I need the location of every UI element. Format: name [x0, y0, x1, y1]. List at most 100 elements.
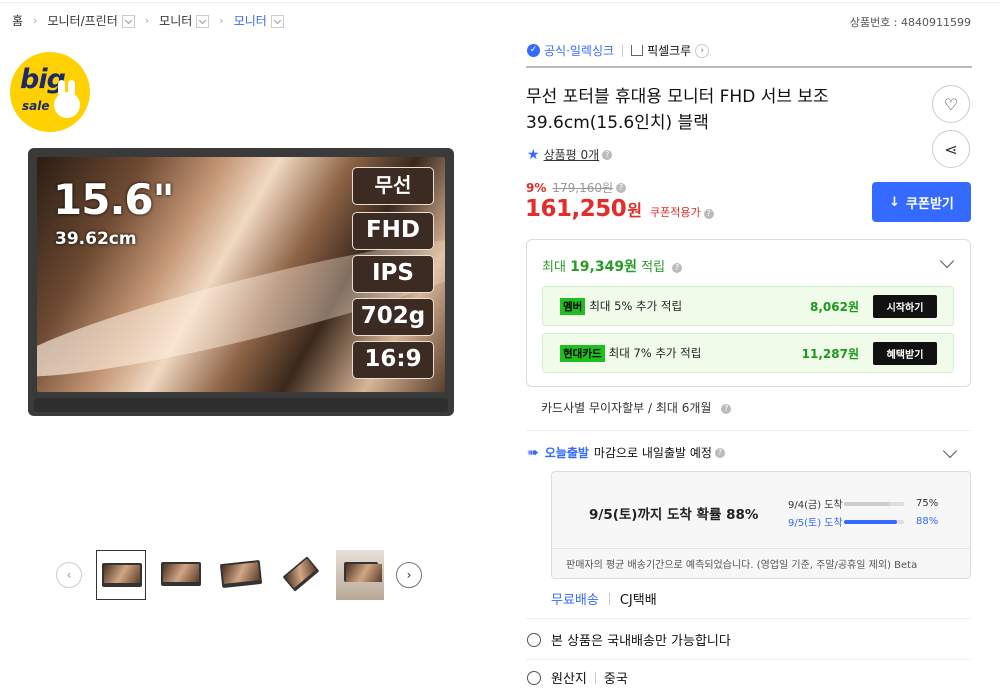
reward-tag: 현대카드	[560, 344, 605, 362]
info-icon[interactable]: ?	[602, 149, 613, 160]
info-icon[interactable]: ?	[714, 447, 725, 458]
prob-track	[844, 501, 904, 506]
info-icon[interactable]: ?	[672, 262, 683, 273]
start-button[interactable]: 시작하기	[873, 294, 937, 318]
origin-value: 중국	[603, 672, 628, 687]
info-icon[interactable]: ?	[703, 209, 714, 219]
delivery-headline: 9/5(토)까지 도착 확률 88%	[589, 507, 759, 523]
coupon-button[interactable]: ↓ 쿠폰받기	[872, 182, 971, 222]
breadcrumb-label[interactable]: 모니터	[159, 12, 192, 29]
reward-head: 최대 19,349원 적립 ?	[542, 256, 683, 276]
official-seller-link[interactable]: 공식·일렉싱크	[544, 42, 614, 59]
installment-info: 카드사별 무이자할부 / 최대 6개월 ?	[541, 399, 732, 416]
thumbnail-5[interactable]	[336, 550, 384, 600]
dropdown-icon[interactable]	[270, 15, 284, 28]
reward-row-amount: 11,287원	[801, 346, 859, 361]
breadcrumb-home-label[interactable]: 홈	[12, 12, 23, 29]
spec-wireless: 무선	[352, 167, 434, 205]
reward-tag: 멤버	[560, 297, 586, 315]
breadcrumb-home[interactable]: 홈 ›	[12, 12, 47, 29]
thumbnail-2[interactable]	[156, 550, 206, 600]
home-icon	[631, 45, 644, 56]
divider	[594, 671, 596, 684]
product-main-image[interactable]: 15.6" 39.62cm 무선 FHD IPS 702g 16:9	[28, 148, 454, 416]
big-sale-badge: big sale	[10, 52, 90, 132]
thumbnail-image	[161, 562, 201, 586]
thumbnail-image	[344, 562, 382, 582]
breadcrumb-category-1[interactable]: 모니터/프린터 ›	[47, 12, 159, 29]
domestic-shipping-row: 본 상품은 국내배송만 가능합니다	[527, 630, 731, 649]
title-divider	[526, 66, 972, 68]
reward-text: 최대 7% 추가 적립	[608, 346, 702, 360]
wishlist-button[interactable]: ♡	[932, 85, 970, 123]
reward-box: 최대 19,349원 적립 ? 멤버 최대 5% 추가 적립 8,062원 시작…	[526, 239, 971, 387]
discount-row: 9% 179,160원 ?	[526, 179, 627, 196]
free-shipping-label: 무료배송	[551, 593, 599, 608]
get-benefit-button[interactable]: 혜택받기	[873, 341, 937, 365]
domestic-text: 본 상품은 국내배송만 가능합니다	[551, 634, 731, 649]
chevron-down-icon[interactable]	[942, 443, 958, 459]
final-price: 161,250 원 쿠폰적용가 ?	[525, 196, 714, 222]
reward-row-amount: 8,062원	[810, 299, 859, 314]
discount-rate: 9%	[526, 180, 547, 195]
size-cm-text: 39.62cm	[55, 229, 137, 249]
breadcrumb: 홈 › 모니터/프린터 › 모니터 › 모니터	[12, 12, 284, 29]
monitor-bezel-bottom	[34, 398, 448, 412]
info-icon[interactable]: ?	[616, 182, 627, 193]
share-icon: ⋖	[944, 139, 958, 159]
delivery-estimate-box: 9/5(토)까지 도착 확률 88% 9/4(금) 도착 75% 9/5(토) …	[551, 471, 971, 579]
top-divider	[0, 2, 1000, 3]
breadcrumb-category-2[interactable]: 모니터 ›	[159, 12, 234, 29]
product-number: 상품번호 : 4840911599	[849, 16, 971, 29]
prob-label: 9/5(토) 도착	[788, 518, 843, 529]
share-button[interactable]: ⋖	[932, 130, 970, 168]
info-icon[interactable]: ?	[721, 403, 732, 414]
today-shipping-row: ➠ 오늘출발 마감으로 내일출발 예정 ?	[527, 443, 967, 461]
seller-info: ✓ 공식·일렉싱크 픽셀크루 ›	[527, 42, 710, 59]
prob-pct: 88%	[916, 516, 939, 527]
reward-row-member: 멤버 최대 5% 추가 적립 8,062원 시작하기	[542, 286, 954, 326]
next-thumbnail-button[interactable]: ›	[396, 562, 422, 588]
breadcrumb-category-3[interactable]: 모니터	[234, 12, 284, 29]
thumbnail-strip: ‹ ›	[56, 550, 422, 600]
prob-label: 9/4(금) 도착	[788, 500, 843, 511]
coupon-button-label: 쿠폰받기	[906, 196, 954, 212]
today-ship-label: 오늘출발	[544, 446, 589, 460]
thumbnail-4[interactable]	[276, 550, 326, 600]
rating-row: ★ 상품평 0개 ?	[527, 146, 613, 163]
prob-row-2: 9/5(토) 도착 88%	[788, 514, 938, 529]
origin-label: 원산지	[551, 672, 587, 687]
delivery-note: 판매자의 평균 배송기간으로 예측되었습니다. (영업일 기준, 주말/공휴일 …	[566, 560, 918, 571]
chevron-right-icon[interactable]: ›	[695, 43, 710, 58]
thumbnail-3[interactable]	[216, 550, 266, 600]
chevron-right-icon: ›	[406, 568, 412, 582]
size-inch-text: 15.6"	[53, 175, 175, 224]
dropdown-icon[interactable]	[121, 15, 135, 28]
thumbnail-image	[102, 563, 142, 587]
spec-ips: IPS	[352, 255, 434, 293]
bunny-icon	[54, 80, 80, 118]
reward-amount: 19,349원	[570, 259, 637, 275]
review-count-link[interactable]: 상품평 0개	[544, 146, 600, 163]
breadcrumb-label[interactable]: 모니터/프린터	[47, 12, 117, 29]
chevron-right-icon: ›	[219, 14, 224, 27]
dropdown-icon[interactable]	[196, 15, 210, 28]
brand-link[interactable]: 픽셀크루	[647, 42, 691, 59]
today-ship-desc: 마감으로 내일출발 예정	[593, 446, 712, 460]
coupon-price-label: 쿠폰적용가	[650, 206, 701, 219]
breadcrumb-label[interactable]: 모니터	[234, 12, 267, 29]
thumbnail-1[interactable]	[96, 550, 146, 600]
monitor-screen: 15.6" 39.62cm 무선 FHD IPS 702g 16:9	[37, 157, 445, 392]
globe-icon	[527, 632, 541, 647]
star-icon: ★	[527, 146, 540, 163]
chevron-down-icon[interactable]	[939, 253, 955, 269]
divider	[608, 592, 610, 605]
divider	[526, 659, 971, 660]
reward-suffix: 적립	[641, 260, 666, 275]
original-price: 179,160원	[552, 181, 614, 195]
prob-fill	[844, 501, 889, 506]
prev-thumbnail-button[interactable]: ‹	[56, 562, 82, 588]
official-badge-icon: ✓	[527, 44, 540, 57]
price-amount: 161,250	[525, 196, 627, 222]
divider	[552, 548, 970, 549]
